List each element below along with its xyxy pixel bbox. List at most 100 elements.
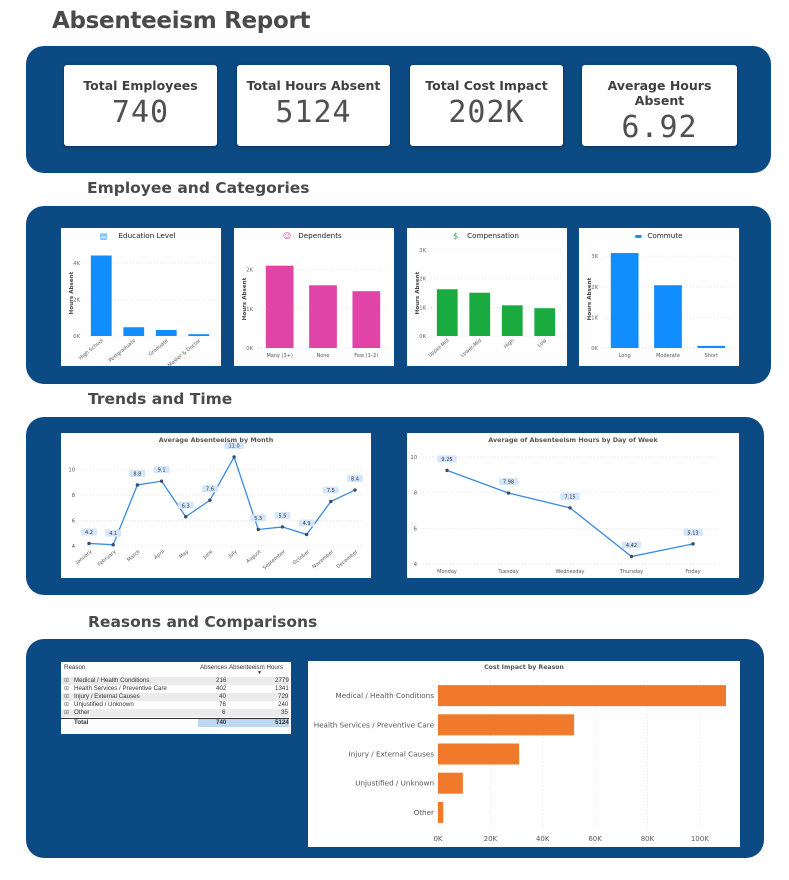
x-tick-label: Low bbox=[537, 338, 548, 349]
x-tick-label: February bbox=[97, 549, 118, 568]
bar bbox=[610, 253, 639, 348]
reason-table[interactable]: Reason Absences Absenteeism Hours ▼ ⊞ Me… bbox=[61, 662, 291, 734]
x-tick-label: September bbox=[262, 548, 288, 571]
month-line-chart: Average Absenteeism by Month 4 6 8 10 4.2 Janu… bbox=[68, 436, 363, 571]
y-tick-label: Medical / Health Conditions bbox=[336, 691, 435, 700]
expand-icon[interactable]: ⊞ bbox=[64, 701, 69, 709]
table-row[interactable]: ⊞ Unjustified / Unknown 76 240 bbox=[61, 701, 289, 709]
table-row[interactable]: ⊞ Medical / Health Conditions 216 2779 bbox=[61, 677, 289, 685]
data-label: 5.13 bbox=[687, 530, 698, 536]
dependents-chart-card[interactable]: Dependents ☺ 0K 1K 2K Hours Absent Many (3+) No… bbox=[234, 228, 394, 366]
column-header-absences[interactable]: Absences bbox=[200, 664, 227, 672]
y-tick-label: 0K bbox=[246, 346, 253, 352]
commute-chart-card[interactable]: Commute ▬ 0K 1K 2K 3K Hours Absent Long Moderate… bbox=[579, 228, 739, 366]
table-row[interactable]: ⊞ Injury / External Causes 40 729 bbox=[61, 693, 289, 701]
data-label: 4.2 bbox=[85, 530, 93, 536]
kpi-card-total-cost-impact[interactable]: Total Cost Impact 202K bbox=[410, 65, 563, 146]
expand-icon[interactable]: ⊞ bbox=[64, 685, 69, 693]
data-label: 7.5 bbox=[327, 488, 335, 494]
table-row[interactable]: ⊞ Other 6 35 bbox=[61, 709, 289, 717]
y-tick-label: 0K bbox=[591, 346, 598, 352]
month-chart-card[interactable]: Average Absenteeism by Month 4 6 8 10 4.2 Janu… bbox=[61, 433, 371, 578]
bar bbox=[438, 801, 444, 823]
y-tick-label: Injury / External Causes bbox=[349, 750, 435, 759]
x-tick-label: Master & Doctor bbox=[167, 337, 203, 366]
x-tick-label: December bbox=[336, 548, 360, 570]
y-tick-label: 3K bbox=[419, 248, 426, 254]
data-point bbox=[87, 541, 91, 546]
x-tick-label: Friday bbox=[685, 569, 700, 575]
chart-title: Dependents bbox=[298, 231, 342, 240]
bar bbox=[438, 714, 575, 736]
x-tick-label: June bbox=[201, 549, 214, 561]
kpi-value: 6.92 bbox=[621, 110, 698, 145]
expand-icon[interactable]: ⊞ bbox=[64, 709, 69, 717]
cost-impact-chart-card[interactable]: Cost Impact by Reason 0K 20K 40K 60K 80K 100K M… bbox=[308, 661, 740, 847]
expand-icon[interactable]: ⊞ bbox=[64, 693, 69, 701]
bar bbox=[501, 305, 523, 336]
column-header-reason[interactable]: Reason bbox=[64, 664, 85, 672]
data-point bbox=[506, 491, 511, 495]
chart-title: Average Absenteeism by Month bbox=[159, 436, 274, 444]
bar bbox=[438, 772, 463, 794]
kpi-card-total-employees[interactable]: Total Employees 740 bbox=[64, 65, 217, 146]
chart-title: Average of Absenteeism Hours by Day of W… bbox=[488, 436, 658, 444]
y-tick-label: 4 bbox=[72, 544, 76, 550]
x-tick-label: May bbox=[178, 549, 190, 560]
data-point bbox=[159, 479, 164, 483]
chart-title: Education Level bbox=[118, 231, 175, 240]
x-tick-label: Lower-Mid bbox=[460, 338, 483, 359]
x-tick-label: Tuesday bbox=[497, 569, 518, 575]
section-title-reasons: Reasons and Comparisons bbox=[88, 613, 318, 631]
x-tick-label: Few (1–2) bbox=[354, 353, 378, 359]
data-label: 6.3 bbox=[182, 503, 190, 509]
book-icon: ▤ bbox=[100, 232, 108, 241]
x-tick-label: Short bbox=[705, 353, 718, 359]
y-tick-label: 0K bbox=[419, 334, 426, 340]
y-axis-label: Hours Absent bbox=[69, 271, 75, 314]
data-point bbox=[184, 515, 188, 519]
family-icon: ☺ bbox=[283, 232, 291, 241]
y-tick-label: Unjustified / Unknown bbox=[355, 779, 434, 788]
bar bbox=[469, 292, 491, 336]
data-point bbox=[304, 532, 309, 537]
kpi-card-total-hours-absent[interactable]: Total Hours Absent 5124 bbox=[237, 65, 390, 146]
y-tick-label: 4 bbox=[414, 562, 418, 568]
table-header: Reason Absences Absenteeism Hours ▼ bbox=[61, 664, 289, 678]
car-icon: ▬ bbox=[635, 232, 643, 241]
x-tick-label: 0K bbox=[433, 835, 442, 843]
data-label: 4.9 bbox=[303, 521, 311, 527]
y-tick-label: 4K bbox=[73, 261, 80, 267]
section-title-categories: Employee and Categories bbox=[87, 179, 310, 197]
x-tick-label: April bbox=[153, 549, 166, 561]
data-point bbox=[208, 498, 212, 502]
commute-bar-chart: Commute▬0K1K2K3KHours AbsentLong Moderate… bbox=[587, 231, 733, 359]
series-line bbox=[446, 469, 694, 558]
x-tick-label: 80K bbox=[641, 835, 655, 843]
education-chart-card[interactable]: Education Level ▤ 0K 2K 4K Hours Absent High S… bbox=[61, 228, 221, 369]
kpi-label: Total Cost Impact bbox=[425, 78, 548, 93]
compensation-chart-card[interactable]: Compensation $0K 1K 2K 3K Hours Absent Upper-M… bbox=[407, 228, 567, 366]
expand-icon[interactable]: ⊞ bbox=[64, 677, 69, 685]
data-point bbox=[568, 506, 572, 510]
data-label: 7.15 bbox=[564, 494, 575, 500]
data-point bbox=[353, 488, 357, 492]
x-tick-label: 20K bbox=[484, 835, 498, 843]
y-tick-label: 0K bbox=[73, 334, 80, 340]
table-row[interactable]: ⊞ Health Services / Preventive Care 402 … bbox=[61, 685, 289, 693]
y-tick-label: 6 bbox=[72, 519, 75, 525]
bar bbox=[534, 308, 556, 336]
x-tick-label: January bbox=[74, 549, 93, 566]
weekday-chart-card[interactable]: Average of Absenteeism Hours by Day of W… bbox=[407, 433, 739, 578]
bar bbox=[654, 285, 682, 348]
x-tick-label: July bbox=[227, 549, 239, 560]
bar bbox=[309, 285, 337, 348]
data-label: 5.5 bbox=[278, 513, 286, 519]
x-tick-label: 100K bbox=[691, 835, 709, 843]
chart-title: Cost Impact by Reason bbox=[484, 664, 564, 671]
kpi-value: 202K bbox=[448, 95, 525, 130]
kpi-card-average-hours-absent[interactable]: Average Hours Absent 6.92 bbox=[582, 65, 737, 146]
column-header-hours[interactable]: Absenteeism Hours bbox=[229, 664, 283, 672]
dependents-bar-chart: Dependents☺0K1K2KHours AbsentMany (3+) No… bbox=[242, 231, 388, 359]
bar bbox=[265, 265, 294, 348]
